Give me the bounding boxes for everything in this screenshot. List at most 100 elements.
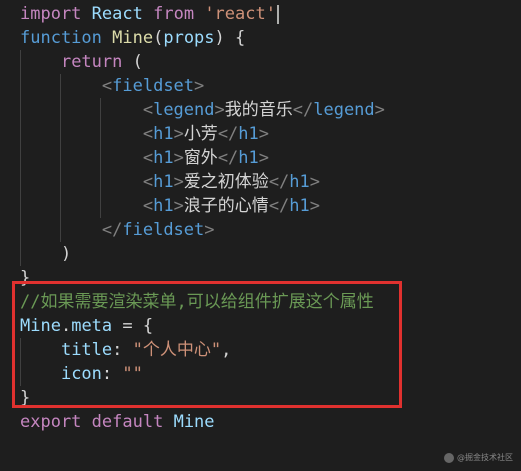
code-token: } (20, 268, 31, 288)
code-token: < (142, 172, 154, 192)
code-token: Mine (20, 316, 61, 336)
code-token: h1 (153, 148, 174, 168)
code-token: 小芳 (183, 124, 218, 144)
code-token: "个人中心" (132, 340, 222, 360)
code-line[interactable]: <h1>窗外</h1> (20, 146, 385, 170)
code-token: legend (313, 100, 375, 120)
code-line[interactable]: </fieldset> (20, 218, 385, 242)
indent-guide (20, 170, 21, 194)
code-token: h1 (153, 124, 174, 144)
code-token: < (101, 76, 113, 96)
code-line[interactable]: } (20, 266, 385, 290)
indent-guide (20, 98, 21, 122)
indent-guide (20, 194, 21, 218)
code-token: h1 (153, 196, 174, 216)
text-cursor (276, 4, 279, 24)
indent-guide (60, 74, 61, 98)
code-token: > (194, 76, 205, 96)
code-token: > (214, 100, 225, 120)
code-token: : (112, 340, 133, 360)
code-line[interactable]: export default Mine (20, 410, 385, 434)
code-token: icon (60, 364, 102, 384)
code-token: > (204, 220, 215, 240)
code-token: > (258, 124, 270, 144)
code-token: , (221, 340, 232, 360)
indent-guide (60, 194, 61, 218)
code-token: </ (268, 196, 290, 216)
code-line[interactable]: //如果需要渲染菜单,可以给组件扩展这个属性 (20, 290, 385, 314)
code-token: Mine (112, 28, 154, 48)
code-token: from (153, 4, 195, 24)
indent-guide (100, 146, 101, 170)
code-token: function (20, 28, 102, 48)
code-line[interactable]: title: "个人中心", (20, 338, 385, 362)
indent-guide (100, 98, 101, 122)
code-token: fieldset (112, 76, 195, 96)
indent-guide (100, 122, 101, 146)
code-line[interactable]: ) (20, 242, 385, 266)
code-line[interactable]: function Mine(props) { (20, 26, 385, 50)
code-token: 窗外 (183, 148, 218, 168)
code-token: > (173, 124, 184, 144)
code-token: 浪子的心情 (183, 196, 269, 216)
code-area[interactable]: import React from 'react' function Mine(p… (20, 2, 385, 434)
code-token: 'react' (204, 4, 276, 24)
code-token: h1 (238, 148, 259, 168)
code-token: 爱之初体验 (183, 172, 269, 192)
code-token: default (91, 412, 164, 432)
code-line[interactable]: } (20, 386, 385, 410)
indent-guide (60, 122, 61, 146)
indent-guide (20, 122, 21, 146)
code-token: < (142, 100, 154, 120)
code-token: < (142, 196, 154, 216)
indent-guide (60, 146, 61, 170)
code-token: > (374, 100, 385, 120)
indent-guide (20, 242, 21, 266)
code-line[interactable]: return ( (20, 50, 385, 74)
code-token: 我的音乐 (224, 100, 293, 120)
code-token: export (20, 412, 82, 432)
code-token: > (258, 148, 270, 168)
code-line[interactable]: <h1>小芳</h1> (20, 122, 385, 146)
watermark-logo-icon (444, 452, 454, 463)
code-token: </ (101, 220, 123, 240)
code-token: React (91, 4, 143, 24)
indent-guide (60, 170, 61, 194)
watermark-text: @掘金技术社区 (457, 453, 513, 462)
code-token: > (173, 172, 184, 192)
code-token: meta (71, 316, 113, 336)
code-token: > (173, 196, 184, 216)
code-line[interactable]: import React from 'react' (20, 2, 385, 26)
code-token: h1 (153, 172, 174, 192)
code-line[interactable]: <h1>浪子的心情</h1> (20, 194, 385, 218)
code-token: return (60, 52, 123, 72)
code-token: Mine (173, 412, 215, 432)
code-line[interactable]: <fieldset> (20, 74, 385, 98)
indent-guide (20, 218, 21, 242)
code-token: //如果需要渲染菜单,可以给组件扩展这个属性 (20, 292, 374, 312)
indent-guide (60, 218, 61, 242)
indent-guide (100, 194, 101, 218)
code-token: . (60, 316, 72, 336)
code-token: > (309, 172, 321, 192)
code-line[interactable]: Mine.meta = { (20, 314, 385, 338)
code-line[interactable]: icon: "" (20, 362, 385, 386)
code-token: ) { (214, 28, 246, 48)
indent-guide (20, 338, 21, 362)
code-line[interactable]: <legend>我的音乐</legend> (20, 98, 385, 122)
code-token: h1 (289, 172, 310, 192)
code-token: legend (153, 100, 215, 120)
code-token: </ (217, 148, 239, 168)
code-editor[interactable]: import React from 'react' function Mine(p… (0, 0, 521, 471)
code-line[interactable]: <h1>爱之初体验</h1> (20, 170, 385, 194)
indent-guide (20, 50, 21, 74)
code-token: props (163, 28, 215, 48)
